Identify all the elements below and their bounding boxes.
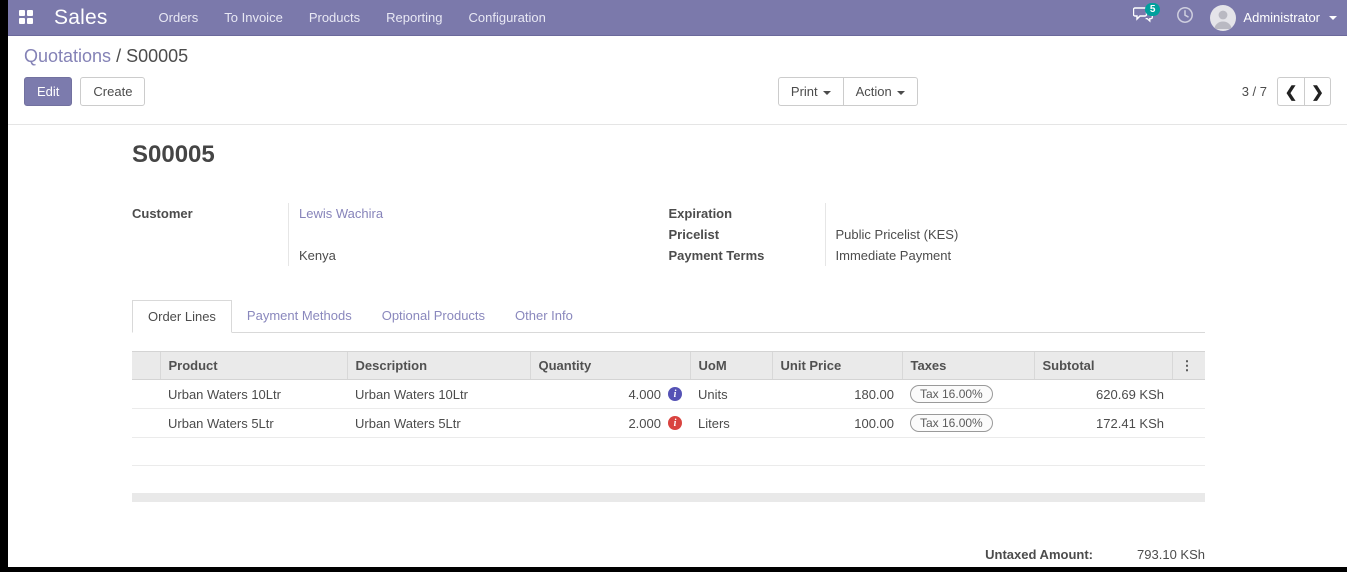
order-line-row[interactable]: Urban Waters 5Ltr Urban Waters 5Ltr 2.00…: [132, 409, 1205, 438]
tab-order-lines[interactable]: Order Lines: [132, 300, 232, 333]
product-column-header[interactable]: Product: [160, 352, 347, 380]
menu-reporting[interactable]: Reporting: [375, 1, 453, 34]
pager-next-button[interactable]: ❯: [1304, 77, 1331, 106]
quotation-title: S00005: [132, 141, 1205, 169]
cell-uom[interactable]: Liters: [690, 409, 772, 438]
description-column-header[interactable]: Description: [347, 352, 530, 380]
empty-line-row[interactable]: [132, 438, 1205, 466]
pricelist-value: Public Pricelist (KES): [825, 224, 1206, 245]
clock-icon: [1176, 6, 1194, 29]
chevron-right-icon: ❯: [1311, 83, 1324, 101]
apps-menu-button[interactable]: [8, 0, 44, 36]
cell-unit-price[interactable]: 180.00: [772, 380, 902, 409]
tab-payment-methods[interactable]: Payment Methods: [232, 300, 367, 333]
action-caret-icon: [897, 91, 905, 95]
cell-quantity: 4.000: [628, 387, 661, 402]
caret-down-icon: [1329, 16, 1337, 20]
forecast-warning-icon[interactable]: i: [668, 416, 682, 430]
breadcrumb-separator: /: [111, 46, 126, 66]
cell-subtotal: 620.69 KSh: [1034, 380, 1172, 409]
activities-button[interactable]: [1168, 0, 1202, 36]
table-header-row: Product Description Quantity UoM Unit Pr…: [132, 352, 1205, 380]
main-menu: Orders To Invoice Products Reporting Con…: [148, 1, 557, 34]
quantity-column-header[interactable]: Quantity: [530, 352, 690, 380]
pager-counter: 3 / 7: [1242, 84, 1267, 99]
cell-unit-price[interactable]: 100.00: [772, 409, 902, 438]
chevron-left-icon: ❮: [1285, 83, 1298, 101]
payment-terms-value: Immediate Payment: [825, 245, 1206, 266]
optional-columns-button[interactable]: ⋮: [1172, 352, 1205, 380]
payment-terms-label: Payment Terms: [669, 245, 825, 266]
order-line-row[interactable]: Urban Waters 10Ltr Urban Waters 10Ltr 4.…: [132, 380, 1205, 409]
top-navbar: Sales Orders To Invoice Products Reporti…: [8, 0, 1347, 36]
breadcrumb-quotations[interactable]: Quotations: [24, 46, 111, 66]
cell-description[interactable]: Urban Waters 10Ltr: [347, 380, 530, 409]
expiration-label: Expiration: [669, 203, 825, 224]
app-brand[interactable]: Sales: [54, 6, 108, 30]
messages-count-badge: 5: [1145, 3, 1161, 16]
forecast-info-icon[interactable]: i: [668, 387, 682, 401]
edit-button[interactable]: Edit: [24, 77, 72, 106]
create-button[interactable]: Create: [80, 77, 145, 106]
handle-column-header: [132, 352, 160, 380]
totals-block: Untaxed Amount: 793.10 KSh Taxes: 126.90…: [132, 544, 1205, 567]
print-dropdown-button[interactable]: Print: [778, 77, 843, 106]
user-name: Administrator: [1243, 10, 1320, 25]
menu-orders[interactable]: Orders: [148, 1, 210, 34]
pager-previous-button[interactable]: ❮: [1277, 77, 1304, 106]
user-menu[interactable]: Administrator: [1210, 5, 1337, 31]
cell-product[interactable]: Urban Waters 10Ltr: [160, 380, 347, 409]
tax-badge: Tax 16.00%: [910, 414, 993, 432]
customer-value[interactable]: Lewis Wachira: [288, 203, 669, 224]
untaxed-amount-label: Untaxed Amount:: [985, 547, 1093, 562]
action-dropdown-button[interactable]: Action: [843, 77, 918, 106]
unit-price-column-header[interactable]: Unit Price: [772, 352, 902, 380]
subtotal-column-header[interactable]: Subtotal: [1034, 352, 1172, 380]
field-groups: Customer Lewis Wachira Kenya Expiration …: [132, 203, 1205, 266]
expiration-value: [825, 203, 1206, 224]
tab-optional-products[interactable]: Optional Products: [367, 300, 500, 333]
apps-grid-icon: [19, 10, 34, 25]
customer-country: Kenya: [288, 245, 669, 266]
cell-description[interactable]: Urban Waters 5Ltr: [347, 409, 530, 438]
breadcrumb: Quotations / S00005: [24, 46, 1331, 67]
menu-to-invoice[interactable]: To Invoice: [213, 1, 294, 34]
messages-button[interactable]: 5: [1126, 0, 1160, 36]
navbar-right: 5 Administrator: [1126, 0, 1347, 36]
tab-other-info[interactable]: Other Info: [500, 300, 588, 333]
breadcrumb-current: S00005: [126, 46, 188, 66]
cell-quantity: 2.000: [628, 416, 661, 431]
pricelist-label: Pricelist: [669, 224, 825, 245]
app-window: Sales Orders To Invoice Products Reporti…: [8, 0, 1347, 567]
order-lines-table: Product Description Quantity UoM Unit Pr…: [132, 351, 1205, 466]
untaxed-amount-value: 793.10 KSh: [1093, 547, 1205, 562]
cell-product[interactable]: Urban Waters 5Ltr: [160, 409, 347, 438]
quotation-sheet: S00005 Customer Lewis Wachira Kenya Expi…: [132, 125, 1205, 567]
cell-subtotal: 172.41 KSh: [1034, 409, 1172, 438]
control-panel: Quotations / S00005 Edit Create Print Ac…: [8, 36, 1347, 125]
customer-label: Customer: [132, 203, 288, 224]
form-view: S00005 Customer Lewis Wachira Kenya Expi…: [8, 125, 1347, 567]
uom-column-header[interactable]: UoM: [690, 352, 772, 380]
tax-badge: Tax 16.00%: [910, 385, 993, 403]
taxes-column-header[interactable]: Taxes: [902, 352, 1034, 380]
avatar: [1210, 5, 1236, 31]
notebook-tabs: Order Lines Payment Methods Optional Pro…: [132, 300, 1205, 333]
cell-uom[interactable]: Units: [690, 380, 772, 409]
menu-configuration[interactable]: Configuration: [458, 1, 557, 34]
print-caret-icon: [823, 91, 831, 95]
menu-products[interactable]: Products: [298, 1, 371, 34]
section-separator: [132, 493, 1205, 502]
